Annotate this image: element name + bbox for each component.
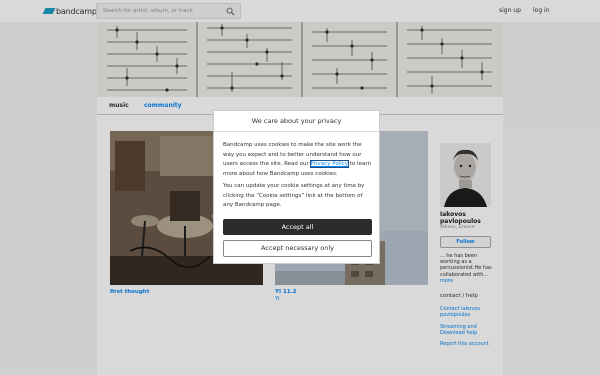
cookie-paragraph-1: Bandcamp uses cookies to make the site w… [223, 141, 373, 179]
accept-necessary-button[interactable]: Accept necessary only [223, 240, 372, 257]
cookie-paragraph-2: You can update your cookie settings at a… [223, 183, 365, 208]
accept-all-button[interactable]: Accept all [223, 219, 372, 235]
privacy-policy-link[interactable]: Privacy Policy [309, 160, 350, 168]
cookie-consent-dialog: We care about your privacy Bandcamp uses… [213, 110, 380, 264]
dialog-title: We care about your privacy [214, 111, 379, 132]
